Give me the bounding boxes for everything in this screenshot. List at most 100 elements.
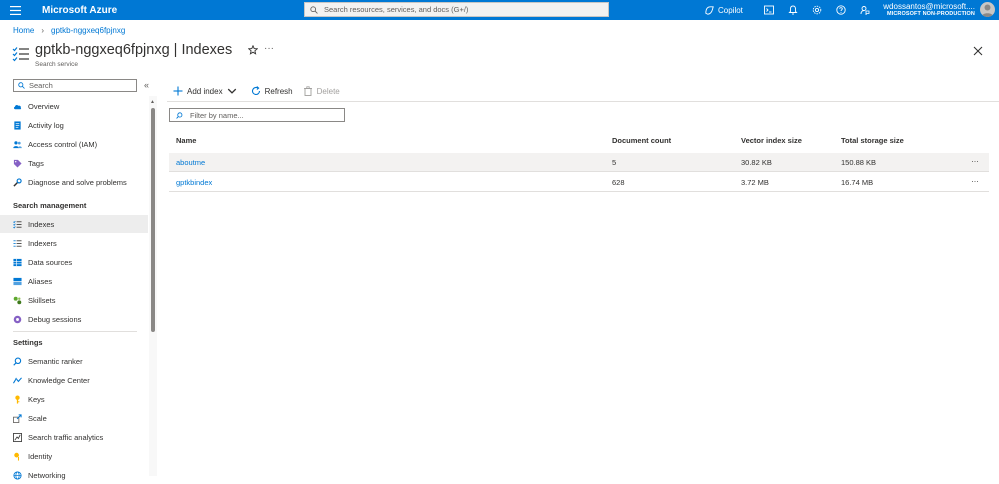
breadcrumb: Home › gptkb-nggxeq6fpjnxg bbox=[13, 26, 125, 35]
alias-icon bbox=[13, 277, 22, 285]
networking-icon bbox=[13, 470, 22, 480]
sidebar-item-label: Activity log bbox=[28, 120, 64, 130]
index-name-link[interactable]: aboutme bbox=[176, 158, 205, 167]
hamburger-menu-icon[interactable] bbox=[0, 0, 30, 20]
sidebar-item-indexers[interactable]: Indexers bbox=[0, 234, 148, 252]
sidebar-item-access-control[interactable]: Access control (IAM) bbox=[0, 135, 148, 153]
row-more-actions-icon[interactable]: ··· bbox=[971, 176, 979, 186]
database-icon bbox=[13, 258, 22, 266]
account-name: wdossantos@microsoft.... bbox=[883, 2, 975, 11]
sidebar-item-networking[interactable]: Networking bbox=[0, 466, 148, 484]
sidebar-item-identity[interactable]: Identity bbox=[0, 447, 148, 465]
global-search-input[interactable]: Search resources, services, and docs (G+… bbox=[304, 2, 609, 17]
vector-index-size-cell: 3.72 MB bbox=[741, 178, 769, 187]
sidebar-item-skillsets[interactable]: Skillsets bbox=[0, 291, 148, 309]
breadcrumb-home[interactable]: Home bbox=[13, 26, 34, 35]
search-icon bbox=[13, 357, 22, 366]
column-header-name[interactable]: Name bbox=[176, 136, 196, 145]
sidebar-item-label: Skillsets bbox=[28, 295, 56, 305]
sidebar-item-label: Search traffic analytics bbox=[28, 432, 104, 442]
sidebar-scrollbar-thumb[interactable] bbox=[151, 108, 155, 332]
sidebar-item-label: Networking bbox=[28, 470, 66, 480]
sidebar-item-keys[interactable]: Keys bbox=[0, 390, 148, 408]
tag-icon bbox=[13, 159, 22, 168]
table-row[interactable]: aboutme 5 30.82 KB 150.88 KB ··· bbox=[169, 153, 989, 172]
sidebar-item-debug-sessions[interactable]: Debug sessions bbox=[0, 310, 148, 328]
copilot-icon bbox=[705, 5, 714, 15]
page-subtitle: Search service bbox=[35, 61, 78, 68]
sidebar-divider bbox=[13, 331, 137, 332]
document-count-cell: 5 bbox=[612, 158, 617, 167]
sidebar-item-label: Debug sessions bbox=[28, 314, 82, 324]
sidebar-item-tags[interactable]: Tags bbox=[0, 154, 148, 172]
copilot-label: Copilot bbox=[718, 5, 743, 15]
column-header-total-storage-size[interactable]: Total storage size bbox=[841, 136, 904, 145]
refresh-icon bbox=[251, 86, 260, 95]
copilot-button[interactable]: Copilot bbox=[704, 5, 743, 16]
account-menu[interactable]: wdossantos@microsoft.... MICROSOFT NON-P… bbox=[880, 2, 975, 17]
list-icon bbox=[13, 220, 22, 229]
index-name-link[interactable]: gptkbindex bbox=[176, 178, 212, 187]
sidebar-item-overview[interactable]: Overview bbox=[0, 97, 148, 115]
debug-icon bbox=[13, 315, 22, 323]
sidebar-item-label: Data sources bbox=[28, 257, 73, 267]
search-icon bbox=[176, 111, 183, 119]
account-tenant: MICROSOFT NON-PRODUCTION bbox=[887, 11, 975, 17]
add-index-label: Add index bbox=[187, 86, 223, 96]
filter-input[interactable]: Filter by name... bbox=[169, 108, 345, 122]
close-icon[interactable] bbox=[973, 46, 983, 56]
breadcrumb-resource[interactable]: gptkb-nggxeq6fpjnxg bbox=[51, 26, 125, 35]
identity-icon bbox=[14, 452, 20, 461]
activity-log-icon bbox=[14, 120, 21, 130]
sidebar-item-aliases[interactable]: Aliases bbox=[0, 272, 148, 290]
sidebar-item-data-sources[interactable]: Data sources bbox=[0, 253, 148, 271]
sidebar-search-input[interactable]: Search bbox=[13, 79, 137, 92]
column-header-vector-index-size[interactable]: Vector index size bbox=[741, 136, 802, 145]
knowledge-icon bbox=[13, 376, 22, 383]
wrench-icon bbox=[13, 177, 22, 187]
brand-title[interactable]: Microsoft Azure bbox=[42, 5, 117, 16]
row-more-actions-icon[interactable]: ··· bbox=[971, 156, 979, 166]
sidebar-search-placeholder: Search bbox=[29, 81, 53, 90]
skillset-icon bbox=[13, 296, 22, 304]
settings-gear-icon[interactable] bbox=[805, 0, 829, 20]
sidebar-item-diagnose[interactable]: Diagnose and solve problems bbox=[0, 173, 148, 191]
sidebar-item-semantic-ranker[interactable]: Semantic ranker bbox=[0, 352, 148, 370]
scroll-up-icon[interactable]: ▲ bbox=[150, 99, 155, 105]
table-row[interactable]: gptkbindex 628 3.72 MB 16.74 MB ··· bbox=[169, 173, 989, 192]
command-bar: Add index Refresh Delete bbox=[173, 84, 350, 98]
global-search-placeholder: Search resources, services, and docs (G+… bbox=[324, 5, 469, 14]
breadcrumb-separator-icon: › bbox=[41, 26, 45, 35]
refresh-button[interactable]: Refresh bbox=[251, 86, 293, 96]
people-icon bbox=[13, 140, 22, 148]
sidebar-item-scale[interactable]: Scale bbox=[0, 409, 148, 427]
refresh-label: Refresh bbox=[264, 86, 293, 96]
sidebar-item-label: Overview bbox=[28, 101, 60, 111]
search-icon bbox=[310, 5, 318, 14]
collapse-sidebar-icon[interactable]: « bbox=[144, 80, 149, 90]
sidebar-section-settings: Settings bbox=[13, 338, 43, 347]
notifications-icon[interactable] bbox=[781, 0, 805, 20]
sidebar-item-indexes[interactable]: Indexes bbox=[0, 215, 148, 233]
title-more-actions-icon[interactable]: ··· bbox=[264, 43, 274, 54]
filter-placeholder: Filter by name... bbox=[190, 110, 244, 120]
help-icon[interactable] bbox=[829, 0, 853, 20]
delete-button[interactable]: Delete bbox=[303, 86, 340, 96]
sidebar-item-activity-log[interactable]: Activity log bbox=[0, 116, 148, 134]
sidebar-item-knowledge-center[interactable]: Knowledge Center bbox=[0, 371, 148, 389]
cloud-shell-icon[interactable] bbox=[757, 0, 781, 20]
sidebar-item-label: Identity bbox=[28, 451, 53, 461]
column-header-document-count[interactable]: Document count bbox=[612, 136, 671, 145]
favorite-star-icon[interactable] bbox=[248, 45, 258, 55]
vector-index-size-cell: 30.82 KB bbox=[741, 158, 772, 167]
sidebar-item-label: Access control (IAM) bbox=[28, 139, 98, 149]
add-index-button[interactable]: Add index bbox=[173, 86, 241, 96]
sidebar-item-label: Tags bbox=[28, 158, 44, 168]
analytics-icon bbox=[13, 432, 22, 442]
cloud-icon bbox=[13, 104, 22, 109]
avatar[interactable] bbox=[980, 2, 995, 17]
sidebar-item-search-traffic-analytics[interactable]: Search traffic analytics bbox=[0, 428, 148, 446]
scale-icon bbox=[13, 413, 22, 423]
chevron-down-icon bbox=[227, 88, 236, 94]
feedback-icon[interactable] bbox=[853, 0, 877, 20]
